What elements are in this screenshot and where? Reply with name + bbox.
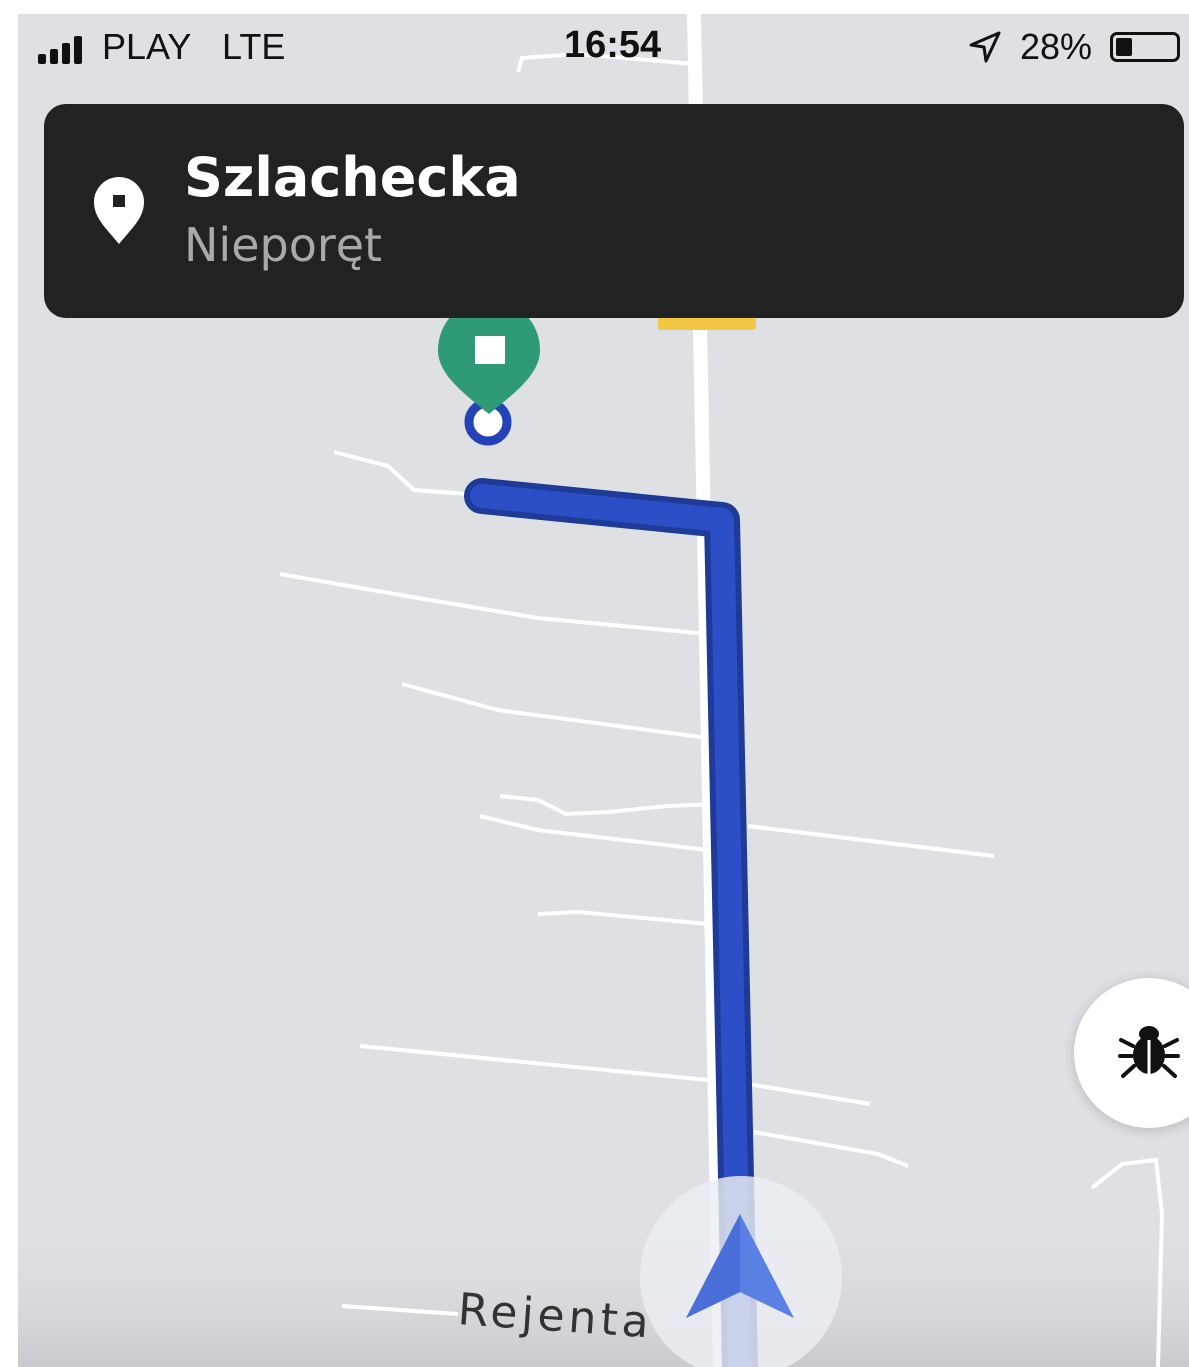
battery-level-fill xyxy=(1116,38,1132,56)
side-road xyxy=(499,794,719,817)
side-road xyxy=(279,572,709,636)
navigation-screen: PLAY LTE 16:54 28% Szlachecka Nieporęt R… xyxy=(18,14,1189,1367)
status-bar: PLAY LTE 16:54 28% xyxy=(18,14,1189,84)
status-time: 16:54 xyxy=(564,24,662,66)
side-road xyxy=(747,1082,871,1106)
carrier-name: PLAY xyxy=(102,26,192,67)
signal-strength-icon xyxy=(38,36,92,64)
location-pin-icon xyxy=(94,176,144,244)
side-road xyxy=(753,1130,909,1168)
network-type: LTE xyxy=(222,26,286,67)
location-services-icon xyxy=(969,31,1001,63)
side-road xyxy=(747,824,995,858)
side-road xyxy=(479,814,709,852)
destination-banner[interactable]: Szlachecka Nieporęt xyxy=(44,104,1184,318)
side-road xyxy=(537,909,709,926)
recenter-button[interactable] xyxy=(640,1176,842,1367)
battery-icon xyxy=(1110,32,1180,62)
side-road xyxy=(333,450,469,496)
destination-square-icon xyxy=(475,336,505,364)
bug-icon xyxy=(1118,1026,1180,1078)
side-road xyxy=(401,682,709,740)
destination-city: Nieporęt xyxy=(184,218,383,272)
battery-percentage: 28% xyxy=(1020,26,1093,67)
destination-street: Szlachecka xyxy=(184,146,521,209)
side-road xyxy=(359,1044,709,1082)
navigation-arrow-icon xyxy=(686,1214,794,1318)
